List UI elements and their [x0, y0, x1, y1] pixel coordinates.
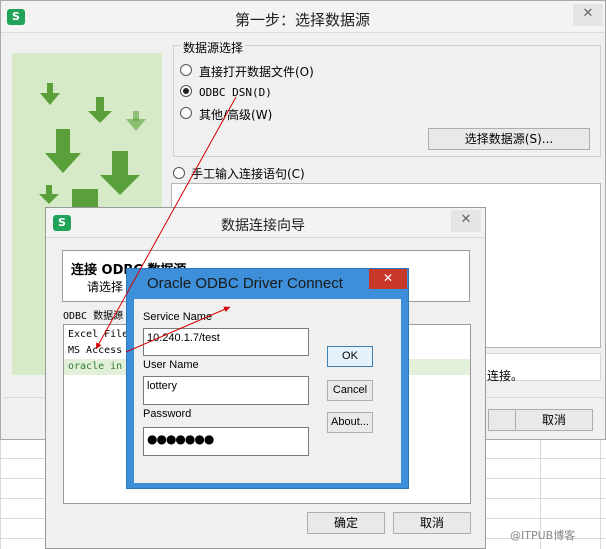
watermark: @ITPUB博客	[510, 529, 576, 542]
arrow-to-odbc-list	[95, 96, 237, 350]
annotation-arrows	[95, 96, 237, 353]
arrow-to-oracle-dialog	[125, 306, 231, 353]
